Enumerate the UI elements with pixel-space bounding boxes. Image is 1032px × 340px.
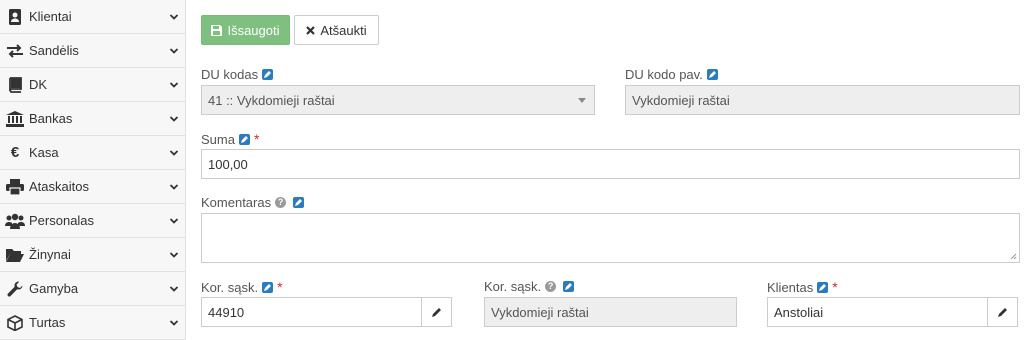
- kor-sask-pav-field: Vykdomieji raštai: [484, 297, 737, 327]
- sidebar-item-dk[interactable]: DK: [0, 68, 185, 102]
- du-kodo-pav-value: Vykdomieji raštai: [632, 92, 730, 108]
- sidebar-item-gamyba[interactable]: Gamyba: [0, 272, 185, 306]
- chevron-down-icon: [169, 150, 179, 156]
- edit-icon[interactable]: [238, 133, 250, 145]
- sidebar-item-personalas[interactable]: Personalas: [0, 204, 185, 238]
- users-icon: [4, 211, 26, 231]
- cancel-button[interactable]: Atšaukti: [294, 15, 379, 45]
- kor-sask-pav-value: Vykdomieji raštai: [491, 304, 589, 320]
- floppy-disk-icon: [211, 24, 223, 36]
- sidebar-item-klientai[interactable]: Klientai: [0, 0, 185, 34]
- euro-icon: €: [10, 144, 20, 161]
- required-marker: *: [253, 131, 260, 147]
- edit-icon[interactable]: [262, 69, 274, 80]
- book-icon: [4, 75, 26, 95]
- kor-sask-edit-button[interactable]: [421, 297, 452, 327]
- chevron-down-icon: [169, 252, 179, 258]
- du-kodo-pav-label-row: DU kodo pav.: [625, 67, 718, 82]
- exchange-arrows-icon: [4, 41, 26, 61]
- sidebar-item-sandelis[interactable]: Sandėlis: [0, 34, 185, 68]
- du-kodas-value: 41 :: Vykdomieji raštai: [208, 92, 335, 108]
- folder-open-icon: [4, 245, 26, 265]
- printer-icon: [4, 177, 26, 197]
- kor-sask-pav-label: Kor. sąsk.: [484, 279, 542, 294]
- edit-icon[interactable]: [293, 197, 305, 208]
- chevron-down-icon: [169, 218, 179, 224]
- address-book-icon: [4, 7, 26, 27]
- sidebar: Klientai Sandėlis DK Bankas € Kasa Atask…: [0, 0, 186, 340]
- chevron-down-icon: [169, 82, 179, 88]
- sidebar-item-zinynai[interactable]: Žinynai: [0, 238, 185, 272]
- suma-label-row: Suma *: [201, 131, 259, 147]
- chevron-down-icon: [169, 286, 179, 292]
- du-kodo-pav-label: DU kodo pav.: [625, 67, 703, 82]
- cube-icon: [4, 313, 26, 333]
- help-icon[interactable]: ?: [275, 197, 287, 208]
- chevron-down-icon: [169, 48, 179, 54]
- pencil-icon: [998, 307, 1007, 317]
- toolbar: Išsaugoti Atšaukti: [201, 15, 379, 45]
- pencil-icon: [432, 307, 441, 317]
- sidebar-item-ataskaitos[interactable]: Ataskaitos: [0, 170, 185, 204]
- close-icon: [306, 25, 316, 35]
- sidebar-item-turtas[interactable]: Turtas: [0, 306, 185, 340]
- klientas-label-row: Klientas *: [767, 279, 838, 295]
- klientas-input[interactable]: Anstoliai: [767, 297, 988, 327]
- sidebar-item-label: Sandėlis: [29, 43, 79, 58]
- sidebar-item-label: Klientai: [29, 9, 72, 24]
- sidebar-item-label: Personalas: [29, 213, 95, 228]
- sidebar-item-label: DK: [29, 77, 48, 92]
- sidebar-item-bankas[interactable]: Bankas: [0, 102, 185, 136]
- suma-input[interactable]: 100,00: [201, 149, 1020, 179]
- klientas-label: Klientas: [767, 279, 814, 295]
- edit-icon[interactable]: [563, 281, 575, 292]
- edit-icon[interactable]: [262, 281, 274, 293]
- komentaras-label: Komentaras: [201, 195, 272, 210]
- cancel-button-label: Atšaukti: [320, 22, 367, 38]
- suma-label: Suma: [201, 131, 235, 147]
- suma-value: 100,00: [208, 156, 248, 172]
- wrench-icon: [4, 279, 26, 299]
- sidebar-item-label: Bankas: [29, 111, 73, 126]
- required-marker: *: [277, 279, 283, 295]
- komentaras-label-row: Komentaras ?: [201, 195, 305, 210]
- du-kodas-select[interactable]: 41 :: Vykdomieji raštai: [201, 85, 595, 115]
- save-button[interactable]: Išsaugoti: [201, 15, 290, 45]
- du-kodas-label: DU kodas: [201, 67, 259, 82]
- du-kodo-pav-field: Vykdomieji raštai: [625, 85, 1020, 115]
- chevron-down-icon: [169, 14, 179, 20]
- save-button-label: Išsaugoti: [227, 22, 280, 38]
- resize-handle-icon[interactable]: [1010, 253, 1017, 260]
- chevron-down-icon: [169, 320, 179, 326]
- sidebar-item-label: Turtas: [29, 315, 66, 330]
- chevron-down-icon: [169, 116, 179, 122]
- sidebar-item-label: Kasa: [29, 145, 59, 160]
- edit-icon[interactable]: [706, 69, 718, 80]
- edit-icon[interactable]: [817, 281, 829, 293]
- sidebar-item-label: Ataskaitos: [29, 179, 89, 194]
- kor-sask-label-row: Kor. sąsk. *: [201, 279, 283, 295]
- sidebar-item-kasa[interactable]: € Kasa: [0, 136, 185, 170]
- chevron-down-icon: [169, 184, 179, 190]
- sidebar-item-label: Gamyba: [29, 281, 79, 296]
- klientas-value: Anstoliai: [774, 304, 824, 320]
- help-icon[interactable]: ?: [545, 281, 557, 292]
- du-kodas-label-row: DU kodas: [201, 67, 274, 82]
- kor-sask-value: 44910: [208, 304, 245, 320]
- kor-sask-pav-label-row: Kor. sąsk. ?: [484, 279, 575, 294]
- required-marker: *: [832, 279, 838, 295]
- kor-sask-label: Kor. sąsk.: [201, 279, 259, 295]
- kor-sask-input[interactable]: 44910: [201, 297, 422, 327]
- komentaras-textarea[interactable]: [201, 213, 1020, 263]
- caret-down-icon: [578, 98, 586, 103]
- bank-icon: [4, 109, 26, 129]
- klientas-edit-button[interactable]: [987, 297, 1018, 327]
- sidebar-item-label: Žinynai: [29, 247, 71, 262]
